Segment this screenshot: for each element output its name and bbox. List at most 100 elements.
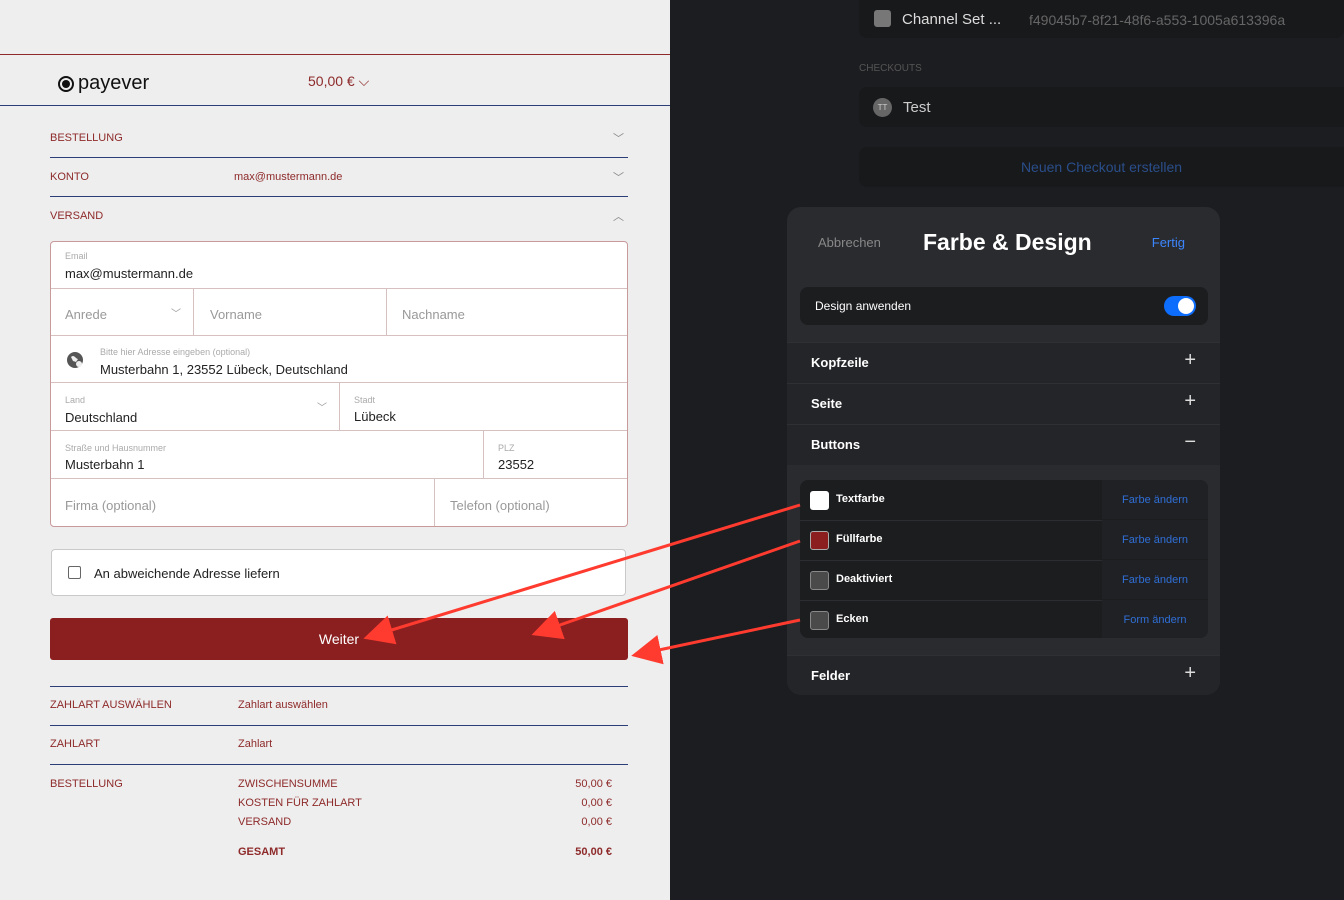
firma-placeholder: Firma (optional) [65,498,157,513]
anrede-placeholder: Anrede [65,307,107,322]
shipping-cost-value: 0,00 € [581,816,612,828]
section-seite[interactable]: Seite + [787,383,1220,424]
alt-address-option[interactable]: An abweichende Adresse liefern [51,549,626,596]
amount-dropdown[interactable]: 50,00 € ⌵ [308,73,369,90]
plus-icon: + [1184,390,1196,412]
apply-design-toggle[interactable] [1164,296,1196,316]
section-zahlart-auswaehlen[interactable]: ZAHLART AUSWÄHLEN Zahlart auswählen [50,699,628,711]
payment-cost-value: 0,00 € [581,797,612,809]
firma-input[interactable]: Firma (optional) [51,479,435,526]
total-label: GESAMT [238,846,286,858]
land-label: Land [65,395,86,405]
change-color-button[interactable]: Farbe ändern [1102,520,1208,559]
divider [50,196,628,197]
section-label: Felder [811,668,851,683]
color-swatch [810,531,829,550]
section-versand[interactable]: VERSAND ︿ [50,210,628,223]
divider [50,686,628,687]
stadt-label: Stadt [354,395,376,405]
order-summary-label: BESTELLUNG [50,778,123,790]
corner-shape-icon [810,611,829,630]
setting-label: Textfarbe [836,493,885,505]
setting-label: Füllfarbe [836,533,883,545]
chevron-down-icon: ﹀ [613,133,624,145]
setting-label: Deaktiviert [836,573,893,585]
color-design-panel: Abbrechen Farbe & Design Fertig Design a… [787,207,1220,695]
address-label: Bitte hier Adresse eingeben (optional) [100,347,251,357]
alt-address-checkbox[interactable] [68,566,81,579]
change-shape-button[interactable]: Form ändern [1102,600,1208,638]
new-checkout-label: Neuen Checkout erstellen [1020,159,1183,175]
setting-deaktiviert: Deaktiviert Farbe ändern [800,560,1208,601]
telefon-placeholder: Telefon (optional) [450,498,550,513]
channel-set-row[interactable]: Channel Set ... f49045b7-8f21-48f6-a553-… [859,0,1344,38]
apply-design-label: Design anwenden [815,299,912,313]
stadt-input[interactable]: Stadt Lübeck [340,383,627,431]
plz-label: PLZ [498,443,515,453]
apply-design-row: Design anwenden [800,287,1208,325]
logo-icon [58,75,74,92]
plz-input[interactable]: PLZ 23552 [484,431,627,479]
cancel-button[interactable]: Abbrechen [818,235,881,250]
checkout-item[interactable]: TT Test [859,87,1344,127]
top-divider [0,54,670,55]
strasse-label: Straße und Hausnummer [65,443,167,453]
anrede-select[interactable]: Anrede ﹀ [51,289,194,336]
section-label: VERSAND [50,210,104,222]
vorname-input[interactable]: Vorname [194,289,387,336]
total-value: 50,00 € [575,846,612,858]
channel-set-label: Channel Set ... [902,11,1002,28]
chevron-down-icon: ﹀ [317,403,327,414]
payever-logo: payever [58,72,149,95]
land-select[interactable]: Land Deutschland ﹀ [51,383,340,431]
setting-ecken: Ecken Form ändern [800,600,1208,638]
section-label: BESTELLUNG [50,132,123,144]
telefon-input[interactable]: Telefon (optional) [435,479,627,526]
address-value: Musterbahn 1, 23552 Lübeck, Deutschland [100,362,348,377]
section-buttons[interactable]: Buttons − [787,424,1220,465]
chevron-up-icon: ︿ [613,211,624,223]
subtotal-value: 50,00 € [575,778,612,790]
section-label: Buttons [811,437,861,452]
done-button[interactable]: Fertig [1152,235,1185,250]
section-bestellung[interactable]: BESTELLUNG ﹀ [50,132,628,145]
color-swatch [810,571,829,590]
strasse-input[interactable]: Straße und Hausnummer Musterbahn 1 [51,431,484,479]
section-label: ZAHLART [50,738,100,750]
button-settings-list: Textfarbe Farbe ändern Füllfarbe Farbe ä… [800,480,1208,638]
address-autocomplete[interactable]: Bitte hier Adresse eingeben (optional) M… [51,336,627,383]
setting-label: Ecken [836,613,869,625]
nachname-input[interactable]: Nachname [387,289,627,336]
section-label: Seite [811,396,843,411]
nachname-placeholder: Nachname [402,307,465,322]
divider [50,725,628,726]
section-value: Zahlart auswählen [238,699,328,711]
setting-textfarbe: Textfarbe Farbe ändern [800,480,1208,521]
change-color-button[interactable]: Farbe ändern [1102,480,1208,519]
checkout-preview: payever 50,00 € ⌵ BESTELLUNG ﹀ KONTO max… [0,0,670,900]
setting-fuellfarbe: Füllfarbe Farbe ändern [800,520,1208,561]
checkout-avatar: TT [873,98,892,117]
subtotal-label: ZWISCHENSUMME [238,778,338,790]
plus-icon: + [1184,662,1196,684]
globe-pin-icon [67,352,83,368]
email-field[interactable]: Email max@mustermann.de [51,242,627,289]
email-label: Email [65,251,88,261]
weiter-button[interactable]: Weiter [50,618,628,660]
channel-id: f49045b7-8f21-48f6-a553-1005a613396a [1029,12,1286,28]
alt-address-label: An abweichende Adresse liefern [94,566,280,581]
color-swatch [810,491,829,510]
new-checkout-button[interactable]: Neuen Checkout erstellen [859,147,1344,187]
logo-text: payever [78,72,150,94]
minus-icon: − [1184,431,1196,453]
change-color-button[interactable]: Farbe ändern [1102,560,1208,599]
section-konto[interactable]: KONTO max@mustermann.de ﹀ [50,171,628,184]
section-kopfzeile[interactable]: Kopfzeile + [787,342,1220,383]
payment-cost-label: KOSTEN FÜR ZAHLART [238,797,362,809]
stadt-value: Lübeck [354,409,396,424]
header-divider [0,105,670,106]
section-label: KONTO [50,171,89,183]
section-felder[interactable]: Felder + [787,655,1220,695]
section-zahlart[interactable]: ZAHLART Zahlart [50,738,628,750]
section-label: ZAHLART AUSWÄHLEN [50,699,172,711]
